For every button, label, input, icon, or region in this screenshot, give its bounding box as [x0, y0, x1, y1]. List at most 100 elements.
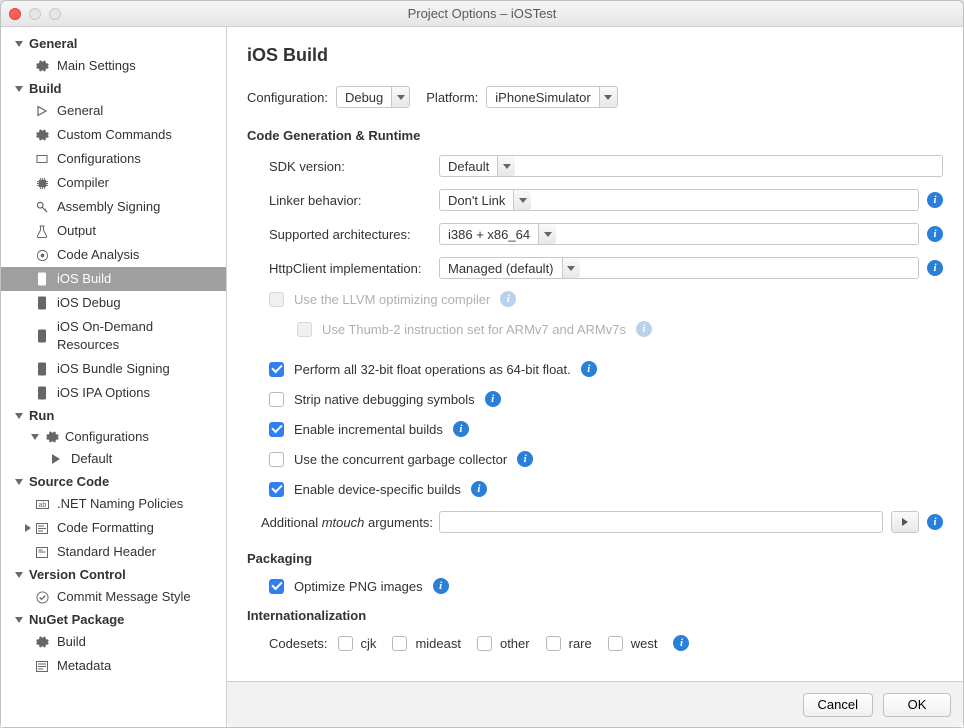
cancel-button[interactable]: Cancel [803, 693, 873, 717]
sidebar-item-label: Metadata [57, 657, 111, 675]
mtouch-input[interactable] [439, 511, 883, 533]
gear-icon [35, 128, 49, 142]
chevron-down-icon [567, 266, 575, 271]
sdk-select[interactable]: Default [439, 155, 943, 177]
codeset-label: mideast [415, 636, 461, 651]
sidebar-item-assembly-signing[interactable]: Assembly Signing [1, 195, 226, 219]
sidebar-item-main-settings[interactable]: Main Settings [1, 54, 226, 78]
sidebar-item-naming-policies[interactable]: ab.NET Naming Policies [1, 492, 226, 516]
info-icon[interactable]: i [636, 321, 652, 337]
sidebar-section-source[interactable]: Source Code [1, 471, 226, 492]
chevron-down-icon [15, 41, 23, 47]
gc-checkbox[interactable] [269, 452, 284, 467]
png-checkbox[interactable] [269, 579, 284, 594]
codeset-other-checkbox[interactable] [477, 636, 492, 651]
llvm-checkbox-row: Use the LLVM optimizing compileri [247, 291, 943, 307]
sidebar-section-label: NuGet Package [29, 612, 124, 627]
sidebar-section-run[interactable]: Run [1, 405, 226, 426]
sidebar-item-custom-commands[interactable]: Custom Commands [1, 123, 226, 147]
sidebar-item-output[interactable]: Output [1, 219, 226, 243]
configuration-select[interactable]: Debug [336, 86, 410, 108]
info-icon[interactable]: i [673, 635, 689, 651]
select-value: Don't Link [440, 190, 513, 210]
info-icon[interactable]: i [927, 514, 943, 530]
sidebar-item-code-analysis[interactable]: Code Analysis [1, 243, 226, 267]
group-codegen-title: Code Generation & Runtime [247, 128, 943, 143]
dropdown-button[interactable] [538, 224, 556, 244]
codeset-west-checkbox[interactable] [608, 636, 623, 651]
sidebar-item-standard-header[interactable]: Standard Header [1, 540, 226, 564]
sidebar-section-build[interactable]: Build [1, 78, 226, 99]
float-checkbox[interactable] [269, 362, 284, 377]
codeset-cjk-checkbox[interactable] [338, 636, 353, 651]
sidebar-item-label: Custom Commands [57, 126, 172, 144]
info-icon[interactable]: i [927, 192, 943, 208]
sidebar-item-run-default[interactable]: Default [1, 447, 226, 471]
sidebar-item-label: Compiler [57, 174, 109, 192]
info-icon[interactable]: i [485, 391, 501, 407]
sidebar-item-label: iOS On-Demand Resources [57, 318, 218, 354]
titlebar: Project Options – iOSTest [1, 1, 963, 27]
sidebar-item-label: Configurations [57, 150, 141, 168]
window-body: General Main Settings Build General Cust… [1, 27, 963, 727]
info-icon[interactable]: i [927, 226, 943, 242]
phone-icon [35, 362, 49, 376]
info-icon[interactable]: i [927, 260, 943, 276]
info-icon[interactable]: i [433, 578, 449, 594]
sidebar-item-nuget-build[interactable]: Build [1, 630, 226, 654]
dropdown-button[interactable] [391, 87, 409, 107]
gear-icon [45, 430, 59, 444]
info-icon[interactable]: i [453, 421, 469, 437]
info-icon[interactable]: i [581, 361, 597, 377]
strip-checkbox-row: Strip native debugging symbolsi [247, 391, 943, 407]
header-icon [35, 545, 49, 559]
sidebar-section-vc[interactable]: Version Control [1, 564, 226, 585]
png-checkbox-row: Optimize PNG imagesi [247, 578, 943, 594]
linker-label: Linker behavior: [269, 193, 439, 208]
device-label: Enable device-specific builds [294, 482, 461, 497]
dropdown-button[interactable] [513, 190, 531, 210]
sidebar-section-nuget[interactable]: NuGet Package [1, 609, 226, 630]
strip-checkbox[interactable] [269, 392, 284, 407]
key-icon [35, 200, 49, 214]
info-icon[interactable]: i [517, 451, 533, 467]
thumb-label: Use Thumb-2 instruction set for ARMv7 an… [322, 322, 626, 337]
sidebar-section-general[interactable]: General [1, 33, 226, 54]
dropdown-button[interactable] [497, 156, 515, 176]
sidebar-item-compiler[interactable]: Compiler [1, 171, 226, 195]
dropdown-button[interactable] [599, 87, 617, 107]
info-icon[interactable]: i [471, 481, 487, 497]
incremental-checkbox[interactable] [269, 422, 284, 437]
sidebar-item-ios-ipa[interactable]: iOS IPA Options [1, 381, 226, 405]
sidebar-item-ios-debug[interactable]: iOS Debug [1, 291, 226, 315]
sidebar-item-configurations[interactable]: Configurations [1, 147, 226, 171]
device-checkbox[interactable] [269, 482, 284, 497]
sidebar-item-ios-build[interactable]: iOS Build [1, 267, 226, 291]
codeset-rare-checkbox[interactable] [546, 636, 561, 651]
codeset-mideast-checkbox[interactable] [392, 636, 407, 651]
sidebar-item-label: iOS IPA Options [57, 384, 150, 402]
sidebar-item-label: Commit Message Style [57, 588, 191, 606]
sidebar-item-code-formatting[interactable]: Code Formatting [1, 516, 226, 540]
gc-label: Use the concurrent garbage collector [294, 452, 507, 467]
sidebar-item-run-configurations[interactable]: Configurations [1, 426, 226, 447]
http-select[interactable]: Managed (default) [439, 257, 919, 279]
sidebar-item-label: iOS Build [57, 270, 111, 288]
info-icon[interactable]: i [500, 291, 516, 307]
target-icon [35, 248, 49, 262]
arch-select[interactable]: i386 + x86_64 [439, 223, 919, 245]
sidebar-item-ios-bundle-signing[interactable]: iOS Bundle Signing [1, 357, 226, 381]
linker-select[interactable]: Don't Link [439, 189, 919, 211]
sidebar-item-commit-style[interactable]: Commit Message Style [1, 585, 226, 609]
codeset-label: other [500, 636, 530, 651]
codesets-label: Codesets: [269, 636, 328, 651]
ok-button[interactable]: OK [883, 693, 951, 717]
play-icon [49, 452, 63, 466]
sidebar-item-nuget-metadata[interactable]: Metadata [1, 654, 226, 678]
sidebar-item-build-general[interactable]: General [1, 99, 226, 123]
sidebar-item-ios-odr[interactable]: iOS On-Demand Resources [1, 315, 226, 357]
chevron-down-icon [604, 95, 612, 100]
mtouch-expand-button[interactable] [891, 511, 919, 533]
platform-select[interactable]: iPhoneSimulator [486, 86, 617, 108]
dropdown-button[interactable] [562, 258, 580, 278]
